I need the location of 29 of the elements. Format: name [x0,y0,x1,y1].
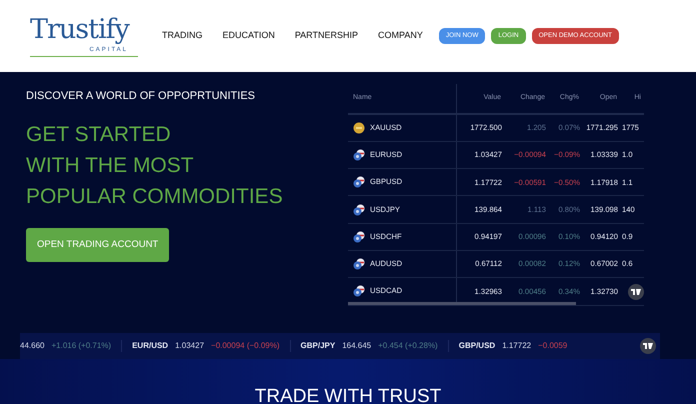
currency-flags-icon [353,148,365,161]
tradingview-logo-icon[interactable] [628,284,644,300]
ticker-price: 1.17722 [502,340,532,352]
hero-eyebrow: DISCOVER A WORLD OF OPPOPRTUNITIES [26,89,256,104]
nav-link[interactable]: TRADING [162,29,202,43]
ticker-change: +0.454 (+0.28%) [378,340,438,352]
nav-link[interactable]: COMPANY [378,29,423,43]
ticker-price: 1.03427 [175,340,204,352]
coin-icon [353,122,365,134]
logo-wordmark: Trustify [30,15,130,45]
hero-headline: GET STARTED WITH THE MOST POPULAR COMMODITIES [26,122,284,210]
tradingview-logo-icon[interactable] [640,338,656,354]
currency-flags-icon [353,176,365,188]
currency-flags-icon [353,204,365,216]
currency-flags-icon [353,230,365,243]
ticker-change: −0.00094 (−0.09%) [211,340,280,352]
scrollbar[interactable] [348,302,576,305]
section-title: TRADE WITH TRUST [254,386,442,404]
ticker-symbol: EUR/USD [132,340,168,352]
nav-link[interactable]: PARTNERSHIP [294,29,358,43]
ticker-symbol: GBP/USD [458,340,496,352]
ticker-price: 164.645 [342,340,372,352]
ticker-price: 44.660 [20,340,44,352]
ticker-change: −0.0059 [538,340,568,352]
nav-link[interactable]: EDUCATION [222,29,275,43]
currency-flags-icon [353,285,365,298]
ticker-symbol: GBP/JPY [300,340,336,352]
currency-flags-icon [353,258,365,270]
ticker-change: +1.016 (+0.71%) [51,340,112,352]
